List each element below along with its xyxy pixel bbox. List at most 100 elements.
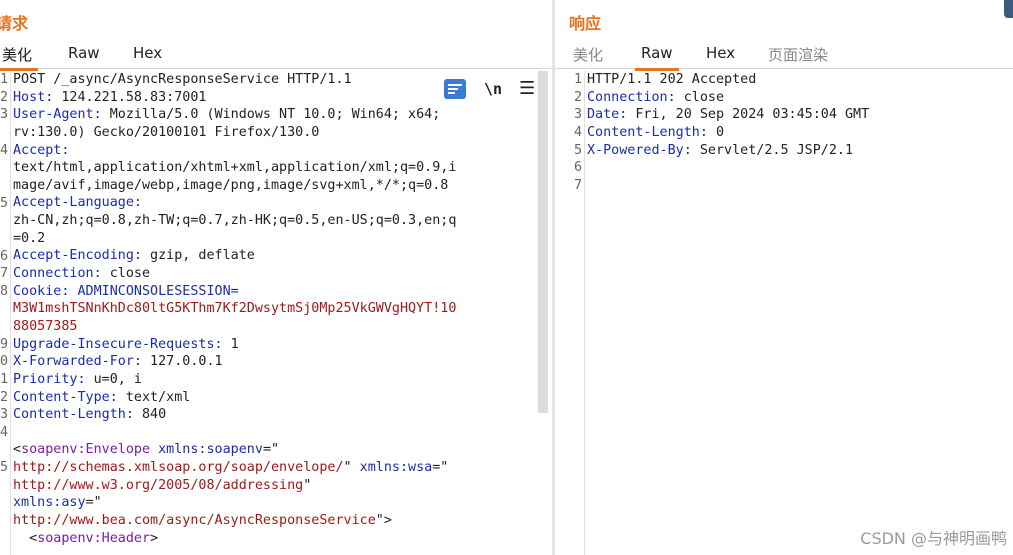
- code-token: 124.221.58.83:7001: [53, 89, 207, 105]
- watermark: CSDN @与神明画鸭: [860, 529, 1007, 548]
- response-tab-raw[interactable]: Raw: [635, 44, 679, 71]
- response-pane: 响应 美化 Raw Hex 页面渲染 1 2 34 5 67 HTTP/1.1 202 …: [555, 0, 1013, 555]
- code-token: =": [432, 460, 449, 476]
- code-token: Cookie:: [13, 283, 70, 299]
- code-line: Connection: close: [13, 265, 552, 283]
- line-number: 1: [0, 72, 8, 87]
- code-line: User-Agent: Mozilla/5.0 (Windows NT 10.0…: [13, 106, 552, 124]
- line-number: 1: [573, 72, 582, 87]
- code-token: Servlet/2.5 JSP/2.1: [691, 142, 854, 158]
- code-token: close: [675, 89, 725, 105]
- code-token: text/html,application/xhtml+xml,applicat…: [13, 160, 457, 176]
- line-number: 0: [0, 354, 8, 370]
- response-tab-bar: 美化 Raw Hex 页面渲染: [555, 38, 1013, 71]
- response-editor[interactable]: 1 2 34 5 67 HTTP/1.1 202 Accepted Connection:…: [555, 71, 1013, 555]
- code-token: text/xml: [117, 389, 191, 405]
- code-line: Connection: close: [587, 89, 1013, 107]
- code-token: Accept-Encoding:: [13, 248, 142, 264]
- response-tab-render[interactable]: 页面渲染: [768, 44, 828, 65]
- line-number: 3: [0, 107, 8, 123]
- response-tab-hex[interactable]: Hex: [706, 44, 735, 62]
- code-token: Content-Type:: [13, 389, 118, 405]
- request-tab-bar: 美化 Raw Hex \n ☰: [0, 38, 552, 99]
- code-token: >: [150, 530, 159, 546]
- code-line: <soapenv:Header>: [13, 530, 552, 548]
- code-token: xmlns:soapenv: [158, 442, 263, 458]
- line-number: 4: [573, 124, 582, 140]
- code-line: =0.2: [13, 230, 552, 248]
- code-token: 127.0.0.1: [142, 354, 223, 370]
- code-token: X-Powered-By:: [587, 142, 692, 158]
- line-number: 7: [0, 266, 8, 282]
- code-token: Connection:: [587, 89, 676, 105]
- code-token: <: [13, 530, 38, 546]
- request-lines: POST /_async/AsyncResponseService HTTP/1…: [13, 71, 552, 547]
- line-number: 8: [0, 283, 8, 299]
- line-number: 7: [573, 177, 582, 193]
- line-number: 9: [0, 336, 8, 352]
- code-token: Accept:: [13, 142, 70, 158]
- code-token: Content-Length:: [587, 124, 708, 140]
- response-tab-pretty[interactable]: 美化: [573, 44, 603, 65]
- code-line: Priority: u=0, i: [13, 371, 552, 389]
- code-token: rv:130.0) Gecko/20100101 Firefox/130.0: [13, 124, 320, 140]
- code-token: 88057385: [13, 318, 78, 334]
- code-line: xmlns:asy=": [13, 494, 552, 512]
- code-token: Connection:: [13, 266, 102, 282]
- code-line: X-Forwarded-For: 127.0.0.1: [13, 353, 552, 371]
- code-token: Content-Length:: [13, 407, 134, 423]
- code-token: =": [85, 495, 102, 511]
- code-line: Host: 124.221.58.83:7001: [13, 89, 552, 107]
- code-token: close: [101, 266, 151, 282]
- code-token: ">: [375, 513, 392, 529]
- code-token: soapenv:Header: [37, 530, 151, 546]
- code-token: 840: [133, 407, 167, 423]
- code-token: mage/avif,image/webp,image/png,image/svg…: [13, 177, 449, 193]
- code-token: HTTP/1.1 202 Accepted: [587, 72, 757, 87]
- code-line: Date: Fri, 20 Sep 2024 03:45:04 GMT: [587, 106, 1013, 124]
- line-number: 1: [0, 372, 8, 388]
- code-line: Content-Type: text/xml: [13, 389, 552, 407]
- code-token: Mozilla/5.0 (Windows NT 10.0; Win64; x64…: [101, 107, 441, 123]
- code-line: M3W1mshTSNnKhDc80ltG5KThm7Kf2DwsytmSj0Mp…: [13, 300, 552, 318]
- code-line: http://www.w3.org/2005/08/addressing": [13, 477, 552, 495]
- code-token: 1: [222, 336, 239, 352]
- response-lines: HTTP/1.1 202 Accepted Connection: close Da…: [587, 71, 1013, 194]
- line-number: 3: [0, 407, 8, 423]
- code-line: HTTP/1.1 202 Accepted: [587, 71, 1013, 89]
- code-token: xmlns:wsa: [359, 460, 433, 476]
- request-tab-raw[interactable]: Raw: [68, 44, 100, 62]
- request-editor[interactable]: 123456789012345 POST /_async/AsyncRespon…: [0, 71, 552, 555]
- request-tab-pretty[interactable]: 美化: [0, 44, 39, 71]
- code-token: xmlns:asy: [13, 495, 86, 511]
- code-token: http://schemas.xmlsoap.org/soap/envelope…: [13, 460, 344, 476]
- code-token: Fri, 20 Sep 2024 03:45:04 GMT: [627, 107, 870, 123]
- code-line: Accept:: [13, 142, 552, 160]
- code-line: Accept-Language:: [13, 194, 552, 212]
- line-number: 2: [573, 89, 582, 105]
- request-scrollbar[interactable]: [538, 71, 548, 413]
- code-token: http://www.w3.org/2005/08/addressing: [13, 477, 304, 493]
- code-line: Content-Length: 840: [13, 406, 552, 424]
- code-line: rv:130.0) Gecko/20100101 Firefox/130.0: [13, 124, 552, 142]
- inspector-toggle-icon[interactable]: [1004, 0, 1013, 18]
- code-line: mage/avif,image/webp,image/png,image/svg…: [13, 177, 552, 195]
- code-token: Accept-Language:: [13, 195, 142, 211]
- code-line: zh-CN,zh;q=0.8,zh-TW;q=0.7,zh-HK;q=0.5,e…: [13, 212, 552, 230]
- code-token: gzip, deflate: [142, 248, 255, 264]
- code-token: ADMINCONSOLESESSION=: [69, 283, 239, 299]
- code-token: User-Agent:: [13, 107, 102, 123]
- code-token: 0: [707, 124, 725, 140]
- code-line: X-Powered-By: Servlet/2.5 JSP/2.1: [587, 142, 1013, 160]
- code-line: Upgrade-Insecure-Requests: 1: [13, 336, 552, 354]
- response-title: 响应: [569, 14, 602, 33]
- request-tab-hex[interactable]: Hex: [133, 44, 162, 62]
- code-token: <: [13, 442, 22, 458]
- line-number: 4: [0, 142, 8, 158]
- line-number: 2: [0, 89, 8, 105]
- code-token: =0.2: [13, 230, 46, 246]
- code-token: http://www.bea.com/async/AsyncResponseSe…: [13, 513, 376, 529]
- code-line: Content-Length: 0: [587, 124, 1013, 142]
